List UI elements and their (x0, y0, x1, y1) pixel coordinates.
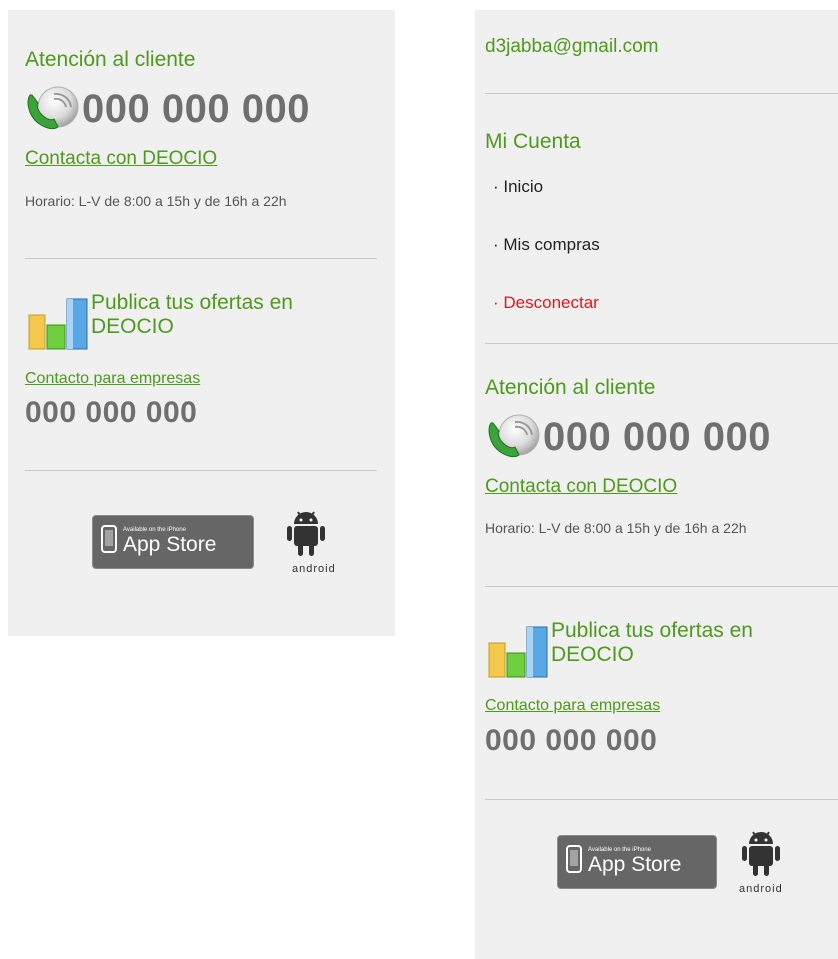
menu-item-mis-compras[interactable]: · Mis compras (493, 235, 600, 255)
bar-chart-icon (25, 291, 91, 351)
android-robot-icon (741, 828, 781, 883)
bar-chart-icon (485, 619, 551, 679)
app-store-text: Available on the iPhone App Store (123, 527, 216, 556)
apple-iphone-icon (566, 845, 582, 878)
divider (25, 470, 377, 471)
sidebar-panel-right: d3jabba@gmail.com Mi Cuenta · Inicio · M… (475, 10, 838, 959)
support-phone-number: 000 000 000 (82, 87, 310, 131)
support-phone-row: 000 000 000 (485, 413, 771, 461)
menu-item-desconectar[interactable]: · Desconectar (493, 293, 599, 313)
contact-link[interactable]: Contacta con DEOCIO (25, 148, 217, 170)
android-badge[interactable]: android (276, 508, 336, 575)
phone-icon (24, 85, 82, 133)
android-label: android (739, 883, 783, 895)
business-phone-number: 000 000 000 (25, 396, 198, 429)
divider (485, 586, 838, 587)
support-hours: Horario: L-V de 8:00 a 15h y de 16h a 22… (485, 520, 747, 536)
app-store-badge[interactable]: Available on the iPhone App Store (92, 514, 254, 569)
business-phone-number: 000 000 000 (485, 724, 658, 757)
support-title: Atención al cliente (25, 48, 196, 71)
business-row: Publica tus ofertas en DEOCIO (25, 291, 361, 351)
app-store-big-text: App Store (123, 533, 217, 556)
android-robot-icon (286, 508, 326, 563)
business-title: Publica tus ofertas en DEOCIO (91, 291, 293, 338)
support-title: Atención al cliente (485, 376, 656, 399)
user-email: d3jabba@gmail.com (485, 36, 659, 57)
android-badge[interactable]: android (739, 828, 783, 895)
business-contact-link[interactable]: Contacto para empresas (25, 369, 200, 389)
support-phone-number: 000 000 000 (543, 415, 771, 459)
app-stores: Available on the iPhone App Store androi… (557, 828, 783, 895)
app-stores: Available on the iPhone App Store androi… (92, 508, 336, 575)
app-store-badge[interactable]: Available on the iPhone App Store (557, 834, 717, 889)
app-store-big-text: App Store (588, 853, 682, 876)
sidebar-panel-left: Atención al cliente 000 000 000 Contacta… (8, 10, 395, 636)
support-phone-row: 000 000 000 (24, 85, 310, 133)
phone-icon (485, 413, 543, 461)
account-title: Mi Cuenta (485, 130, 581, 153)
business-row: Publica tus ofertas en DEOCIO (485, 619, 821, 679)
divider (25, 258, 377, 259)
support-section: Atención al cliente (25, 48, 195, 72)
divider (485, 343, 838, 344)
support-hours: Horario: L-V de 8:00 a 15h y de 16h a 22… (25, 193, 287, 209)
android-label: android (292, 563, 336, 575)
menu-item-inicio[interactable]: · Inicio (493, 177, 543, 197)
business-contact-link[interactable]: Contacto para empresas (485, 696, 660, 716)
apple-iphone-icon (101, 525, 117, 558)
divider (485, 93, 838, 94)
divider (485, 799, 838, 800)
app-store-text: Available on the iPhone App Store (588, 847, 681, 876)
business-title: Publica tus ofertas en DEOCIO (551, 619, 753, 666)
contact-link[interactable]: Contacta con DEOCIO (485, 476, 677, 498)
